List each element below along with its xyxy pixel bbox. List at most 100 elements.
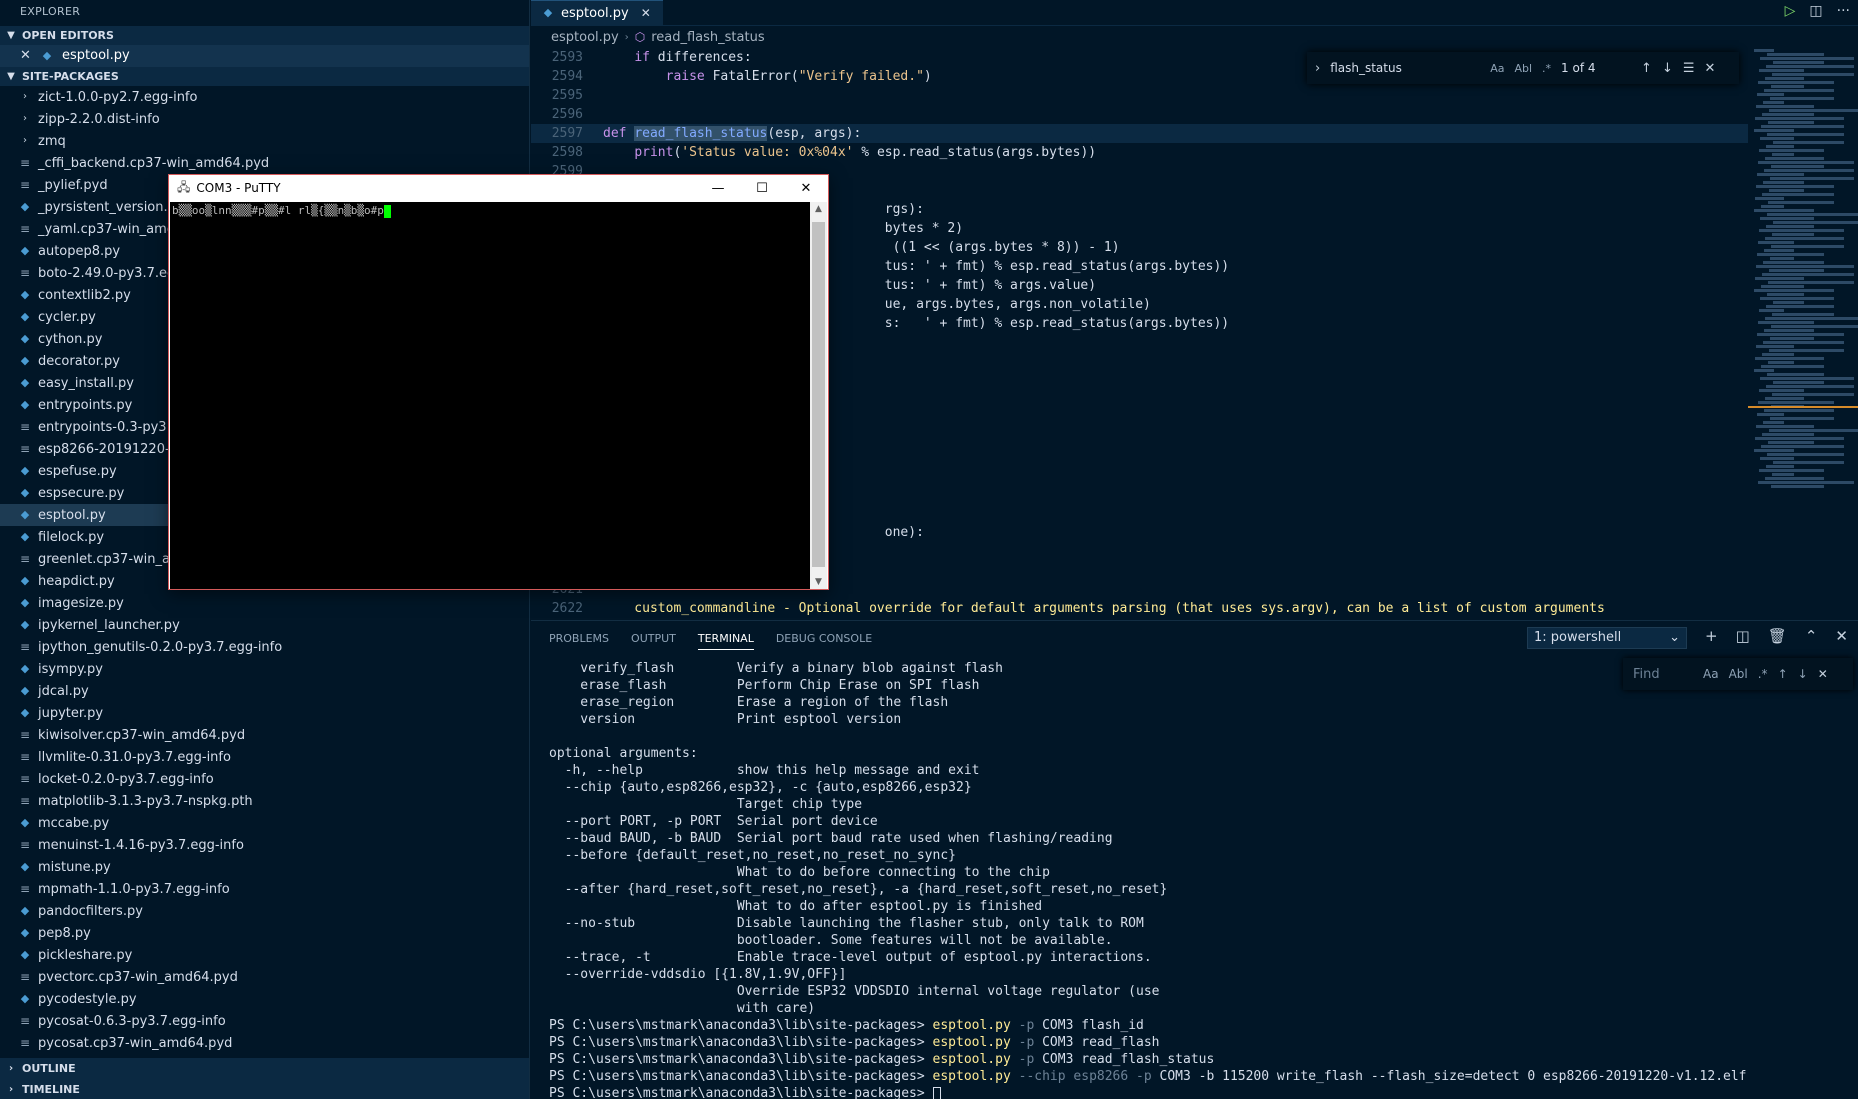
chevron-right-icon[interactable]: › [1315,61,1320,76]
minimap-line [1759,309,1784,312]
trash-icon[interactable]: 🗑 [1768,627,1787,645]
arrow-down-icon[interactable]: ↓ [1662,61,1673,76]
terminal-line: What to do before connecting to the chip [549,865,1050,880]
file-tree-item[interactable]: ◆ isympy.py [0,658,529,680]
minimap-line [1757,173,1804,176]
file-tree-item[interactable]: ≡ pycosat-0.6.3-py3.7.egg-info [0,1010,529,1032]
terminal-line: --no-stub Disable launching the flasher … [549,916,1144,931]
file-tree-item[interactable]: ◆ pep8.py [0,922,529,944]
putty-window[interactable]: 🖧 COM3 - PuTTY — ☐ ✕ b▒▒oo▒lnn▒▒▒#p▒▒#l … [168,174,829,590]
arrow-down-icon[interactable]: ↓ [1798,667,1808,681]
file-tree-item[interactable]: ◆ jdcal.py [0,680,529,702]
minimap-line [1754,449,1794,452]
panel-tab-problems[interactable]: PROBLEMS [549,632,609,645]
python-icon: ◆ [20,354,30,367]
panel-tab-output[interactable]: OUTPUT [631,632,676,645]
file-tree-item[interactable]: ◆ pycodestyle.py [0,988,529,1010]
code-text: def read_flash_status(esp, args): [603,126,862,141]
file-tree-item[interactable]: ≡ pycosat.cp37-win_amd64.pyd [0,1032,529,1054]
scroll-down-arrow-icon[interactable]: ▼ [810,577,827,587]
terminal-find-input[interactable]: Find [1633,667,1693,682]
run-icon[interactable]: ▷ [1785,3,1796,19]
outline-section[interactable]: › OUTLINE [0,1058,529,1079]
file-tree-item[interactable]: ◆ ipykernel_launcher.py [0,614,529,636]
breadcrumb-symbol[interactable]: read_flash_status [651,30,764,45]
more-actions-icon[interactable]: ··· [1837,3,1850,19]
file-tree-item[interactable]: › zmq [0,130,529,152]
panel-tab-terminal[interactable]: TERMINAL [697,627,754,650]
arrow-up-icon[interactable]: ↑ [1778,667,1788,681]
file-tree-item[interactable]: ≡ mpmath-1.1.0-py3.7.egg-info [0,878,529,900]
close-icon[interactable]: ✕ [1705,61,1716,76]
site-packages-section[interactable]: ▼ SITE-PACKAGES [0,67,529,86]
close-icon[interactable]: ✕ [20,45,32,67]
match-case-toggle[interactable]: Aa [1703,667,1719,681]
timeline-section[interactable]: › TIMELINE [0,1079,529,1099]
code-line: 2595 [531,86,1761,105]
file-tree-item[interactable]: › zict-1.0.0-py2.7.egg-info [0,86,529,108]
file-tree-item[interactable]: ≡ kiwisolver.cp37-win_amd64.pyd [0,724,529,746]
file-tree-item[interactable]: ◆ mccabe.py [0,812,529,834]
file-tree-item[interactable]: ◆ pandocfilters.py [0,900,529,922]
find-in-selection-icon[interactable]: ☰ [1683,61,1695,76]
python-icon: ◆ [20,948,30,961]
minimize-icon[interactable]: — [696,175,740,201]
regex-toggle[interactable]: .* [1542,62,1551,75]
scroll-up-arrow-icon[interactable]: ▲ [810,204,827,214]
arrow-up-icon[interactable]: ↑ [1641,61,1652,76]
putty-titlebar[interactable]: 🖧 COM3 - PuTTY — ☐ ✕ [169,175,828,201]
minimap-line [1760,297,1834,300]
split-terminal-icon[interactable]: ◫ [1736,627,1750,645]
minimap[interactable] [1748,48,1858,620]
putty-scrollbar[interactable]: ▲ ▼ [810,202,827,589]
line-number: 2622 [551,601,583,616]
scroll-thumb[interactable] [812,222,825,567]
chevron-up-icon[interactable]: ⌃ [1805,627,1818,645]
breadcrumb-file[interactable]: esptool.py [551,30,619,45]
maximize-icon[interactable]: ☐ [740,175,784,201]
close-icon[interactable]: ✕ [1818,667,1828,681]
match-case-toggle[interactable]: Aa [1490,62,1504,75]
close-icon[interactable]: ✕ [784,175,828,201]
close-tab-icon[interactable]: ✕ [641,6,651,20]
new-terminal-icon[interactable]: + [1705,627,1718,645]
python-icon: ◆ [543,6,553,19]
file-tree-item[interactable]: ≡ _cffi_backend.cp37-win_amd64.pyd [0,152,529,174]
prompt-flag: -p [1010,1052,1035,1067]
putty-terminal[interactable]: b▒▒oo▒lnn▒▒▒#p▒▒#l rl▒{▒▒n▒b▒o#p [170,202,810,589]
file-tree-item[interactable]: ≡ ipython_genutils-0.2.0-py3.7.egg-info [0,636,529,658]
python-icon: ◆ [20,530,30,543]
terminal-output[interactable]: verify_flash Verify a binary blob agains… [549,660,1749,1099]
file-tree-item[interactable]: ≡ pvectorc.cp37-win_amd64.pyd [0,966,529,988]
minimap-line [1757,413,1784,416]
file-tree-label: imagesize.py [38,595,124,611]
minimap-line [1756,345,1794,348]
open-editors-section[interactable]: ▼ OPEN EDITORS [0,26,529,45]
minimap-line [1768,281,1854,284]
file-tree-item[interactable]: ≡ matplotlib-3.1.3-py3.7-nspkg.pth [0,790,529,812]
file-tree-item[interactable]: ≡ locket-0.2.0-py3.7.egg-info [0,768,529,790]
split-editor-icon[interactable]: ◫ [1809,3,1822,19]
terminal-selector[interactable]: 1: powershell ⌄ [1527,627,1687,649]
match-word-toggle[interactable]: Abl [1729,667,1748,681]
panel-tab-debug-console[interactable]: DEBUG CONSOLE [776,632,872,645]
tab-esptool[interactable]: ◆ esptool.py ✕ [531,0,663,25]
file-tree-item[interactable]: › zipp-2.2.0.dist-info [0,108,529,130]
file-lines-icon: ≡ [19,882,31,896]
file-tree-item[interactable]: ◆ pickleshare.py [0,944,529,966]
file-tree-item[interactable]: ◆ mistune.py [0,856,529,878]
terminal-line: Override ESP32 VDDSDIO internal voltage … [549,984,1160,999]
match-word-toggle[interactable]: Abl [1514,62,1532,75]
terminal-line: erase_region Erase a region of the flash [549,695,949,710]
minimap-line [1758,401,1834,404]
file-tree-item[interactable]: ≡ llvmlite-0.31.0-py3.7.egg-info [0,746,529,768]
close-panel-icon[interactable]: ✕ [1835,627,1848,645]
file-tree-item[interactable]: ◆ jupyter.py [0,702,529,724]
file-tree-label: pvectorc.cp37-win_amd64.pyd [38,969,238,985]
file-tree-item[interactable]: ≡ menuinst-1.4.16-py3.7.egg-info [0,834,529,856]
file-tree-label: matplotlib-3.1.3-py3.7-nspkg.pth [38,793,253,809]
open-editor-item[interactable]: ✕ ◆ esptool.py [0,45,529,67]
regex-toggle[interactable]: .* [1758,667,1768,681]
file-tree-item[interactable]: ◆ imagesize.py [0,592,529,614]
find-input[interactable]: flash_status [1330,61,1480,75]
